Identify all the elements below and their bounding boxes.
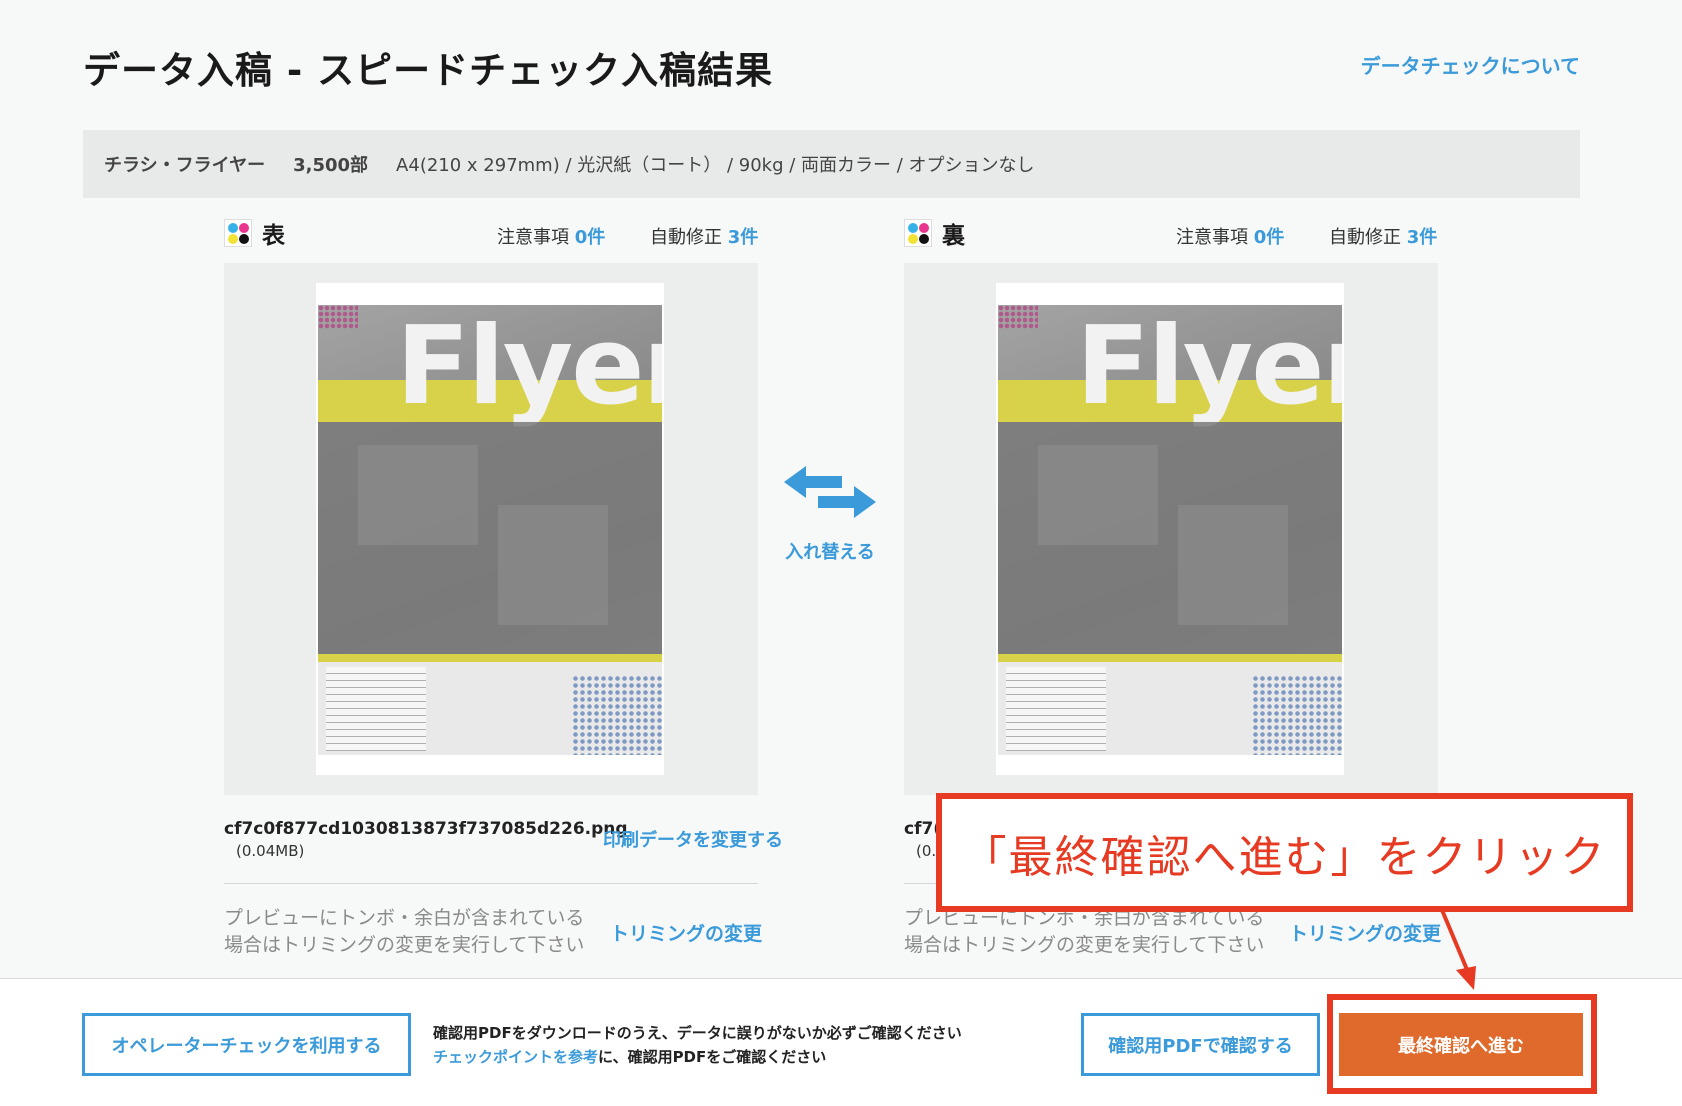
front-autofix: 自動修正 3件 [650, 223, 758, 249]
caution-label: 注意事項 [497, 227, 569, 248]
note-line: 確認用PDFをダウンロードのうえ、データに誤りがないか必ずご確認ください [433, 1024, 962, 1042]
back-filesize: (0. [916, 842, 937, 860]
confirm-pdf-button[interactable]: 確認用PDFで確認する [1081, 1013, 1320, 1076]
autofix-label: 自動修正 [1329, 227, 1401, 248]
note-line-rest: に、確認用PDFをご確認ください [598, 1048, 827, 1066]
caution-label: 注意事項 [1176, 227, 1248, 248]
flyer-word: Flyer [396, 305, 662, 429]
caution-count: 0件 [574, 227, 606, 248]
back-side-label: 裏 [942, 223, 965, 249]
front-paper: Flyer [316, 283, 664, 775]
back-flyer-image: Flyer [998, 305, 1342, 755]
autofix-count: 3件 [1406, 227, 1438, 248]
callout-arrow-icon [1440, 909, 1476, 990]
autofix-count: 3件 [727, 227, 759, 248]
product-name: チラシ・フライヤー [104, 155, 266, 176]
back-side-header: 裏 [904, 215, 965, 251]
swap-button-label[interactable]: 入れ替える [780, 538, 880, 564]
checkpoint-link[interactable]: チェックポイントを参考 [433, 1048, 598, 1066]
back-paper: Flyer [996, 283, 1344, 775]
flyer-word: Flyer [1076, 305, 1342, 429]
hint-line: 場合はトリミングの変更を実行して下さい [904, 934, 1265, 956]
hint-line: 場合はトリミングの変更を実行して下さい [224, 934, 585, 956]
change-print-data-link[interactable]: 印刷データを変更する [603, 826, 783, 852]
hint-line: プレビューにトンボ・余白が含まれている [224, 907, 585, 929]
back-trim-hint: プレビューにトンボ・余白が含まれている 場合はトリミングの変更を実行して下さい [904, 905, 1264, 959]
front-side-header: 表 [224, 215, 285, 251]
front-trim-link[interactable]: トリミングの変更 [610, 919, 762, 946]
about-data-check-link[interactable]: データチェックについて [1361, 50, 1580, 79]
order-spec-bar: チラシ・フライヤー 3,500部 A4(210 x 297mm) / 光沢紙（コ… [83, 130, 1580, 198]
front-caution: 注意事項 0件 [497, 223, 605, 249]
cmyk-icon [904, 219, 932, 247]
swap-arrows-icon[interactable] [780, 462, 880, 526]
back-preview: Flyer [904, 263, 1438, 795]
spec-details: A4(210 x 297mm) / 光沢紙（コート） / 90kg / 両面カラ… [396, 155, 1035, 176]
front-trim-hint: プレビューにトンボ・余白が含まれている 場合はトリミングの変更を実行して下さい [224, 905, 584, 959]
footer-note: 確認用PDFをダウンロードのうえ、データに誤りがないか必ずご確認ください チェッ… [433, 1021, 962, 1069]
autofix-label: 自動修正 [650, 227, 722, 248]
instruction-callout: 「最終確認へ進む」をクリック [936, 793, 1633, 912]
back-autofix: 自動修正 3件 [1329, 223, 1437, 249]
cmyk-icon [224, 219, 252, 247]
operator-check-button[interactable]: オペレーターチェックを利用する [82, 1013, 411, 1076]
back-caution: 注意事項 0件 [1176, 223, 1284, 249]
front-filename: cf7c0f877cd1030813873f737085d226.png [224, 819, 628, 839]
action-footer: オペレーターチェックを利用する 確認用PDFをダウンロードのうえ、データに誤りが… [0, 978, 1682, 1106]
caution-count: 0件 [1253, 227, 1285, 248]
order-quantity: 3,500部 [293, 155, 369, 176]
front-filesize: (0.04MB) [236, 842, 305, 860]
front-divider [224, 883, 758, 884]
back-trim-link[interactable]: トリミングの変更 [1289, 919, 1441, 946]
front-preview: Flyer [224, 263, 758, 795]
front-flyer-image: Flyer [318, 305, 662, 755]
page-title: データ入稿 - スピードチェック入稿結果 [83, 49, 774, 92]
final-confirm-button[interactable]: 最終確認へ進む [1339, 1013, 1583, 1076]
front-side-label: 表 [262, 223, 285, 249]
